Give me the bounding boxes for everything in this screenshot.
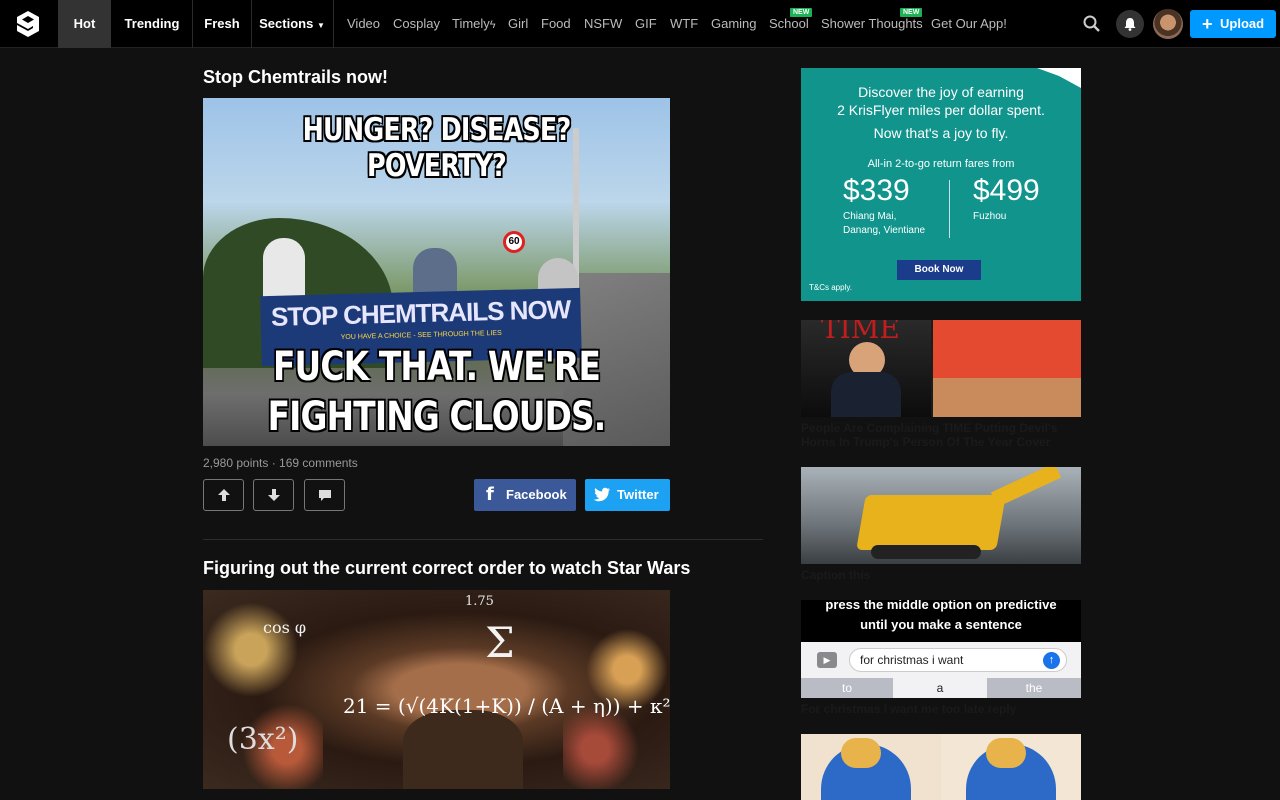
banner-main-text: STOP CHEMTRAILS NOW [270,294,571,332]
sidebar-thumbnail[interactable]: press the middle option on predictive un… [801,600,1081,698]
twitter-share-button[interactable]: Twitter [585,479,670,511]
sections-dropdown[interactable]: Sections ▼ [252,0,332,48]
sidebar-caption[interactable]: For christmas I want me too late reply [801,702,1083,716]
book-now-button[interactable]: Book Now [897,260,981,280]
ad-price: $339 [843,174,910,207]
meme-bottom-text-1: FUCK THAT. WE'RE [272,344,601,390]
chevron-right-icon: ▶ [817,652,837,668]
math-text: cos φ [263,618,307,637]
caret-down-icon: ▼ [316,21,325,30]
nav-link-cosplay[interactable]: Cosplay [393,0,440,48]
post-divider [203,539,763,540]
nav-link-wtf[interactable]: WTF [670,0,698,48]
sidebar-ad[interactable]: Discover the joy of earning 2 KrisFlyer … [801,68,1081,301]
nav-link-shower-thoughts[interactable]: Shower Thoughts [821,0,923,48]
magazine-cover-detail [933,320,1081,417]
nav-link-school[interactable]: School [769,0,809,48]
excavator-arm [990,467,1062,508]
facebook-label: Facebook [506,487,567,502]
ad-line: Now that's a joy to fly. [873,125,1009,141]
predictive-suggestion: the [987,678,1081,698]
figure-shape [986,738,1026,768]
nav-link-girl[interactable]: Girl [508,0,528,48]
ad-destination: Danang, Vientiane [843,225,926,236]
ad-line: 2 KrisFlyer miles per dollar spent. [837,102,1045,118]
post-meta[interactable]: 2,980 points · 169 comments [203,456,358,470]
predictive-suggestion: a [893,678,987,698]
post-title[interactable]: Stop Chemtrails now! [203,67,388,88]
ad-line: All-in 2-to-go return fares from [867,158,1015,170]
send-arrow-icon: ↑ [1043,652,1060,669]
upvote-button[interactable] [203,479,244,511]
twitter-bird-icon [593,487,610,502]
ad-divider [949,180,950,238]
figure-shape [841,738,881,768]
post-image[interactable]: cos φ Σ 1.75 21 = (√(4K(1+K)) / (A + η))… [203,590,670,789]
nav-link-video[interactable]: Video [347,0,380,48]
post-image[interactable]: 60 STOP CHEMTRAILS NOW YOU HAVE A CHOICE… [203,98,670,446]
sidebar-caption[interactable]: People Are Complaining TIME Putting Devi… [801,421,1083,449]
magazine-cover: TIME [801,320,931,417]
ad-price: $499 [973,174,1040,207]
avatar[interactable] [1153,9,1183,39]
nav-link-timely-label: Timely [452,16,490,31]
downvote-button[interactable] [253,479,294,511]
sidebar-thumbnail[interactable] [801,734,1081,800]
thumb-text: until you make a sentence [860,617,1022,632]
message-input: for christmas i want [849,648,1067,672]
sidebar-thumbnail[interactable] [801,467,1081,564]
ad-line: Discover the joy of earning [858,84,1024,100]
math-text: 21 = (√(4K(1+K)) / (A + η)) + κ² and φ' … [343,694,670,718]
post-title[interactable]: Figuring out the current correct order t… [203,558,690,579]
nav-link-gaming[interactable]: Gaming [711,0,757,48]
suit-shape [831,372,901,417]
nav-link-get-app[interactable]: Get Our App! [931,0,1007,48]
nav-link-nsfw[interactable]: NSFW [584,0,622,48]
arrow-up-icon [217,489,230,501]
search-icon[interactable] [1083,15,1101,38]
phone-keyboard-panel: ▶ for christmas i want ↑ to a the [801,642,1081,698]
tab-fresh[interactable]: Fresh [193,0,251,48]
bell-icon[interactable] [1116,10,1144,38]
9gag-logo-icon[interactable] [0,0,56,48]
math-text: 1.75 [465,594,494,609]
ad-destination: Chiang Mai, [843,211,897,222]
twitter-label: Twitter [617,487,659,502]
bokeh-lights [563,590,670,789]
sections-label: Sections [259,16,314,31]
predictive-suggestion: to [801,678,893,698]
math-text: Σ [485,618,515,667]
upload-button[interactable]: + Upload [1190,10,1276,38]
facebook-share-button[interactable]: f Facebook [474,479,576,511]
facebook-icon: f [486,484,494,505]
lightning-icon: ϟ [489,19,496,31]
arrow-down-icon [267,489,280,501]
math-text: (3x²) [227,722,299,757]
meme-bottom-text-2: FIGHTING CLOUDS. [267,394,607,440]
tab-hot[interactable]: Hot [58,0,111,48]
plus-icon: + [1202,14,1213,34]
speed-sign: 60 [503,231,525,253]
ad-destination: Fuzhou [973,211,1007,222]
meme-top-text: HUNGER? DISEASE? POVERTY? [302,112,572,184]
upload-label: Upload [1220,16,1265,31]
comment-icon [318,489,331,501]
excavator-shape [856,495,1006,550]
beard-shape [403,710,523,789]
comment-button[interactable] [304,479,345,511]
sidebar-thumbnail[interactable]: TIME [801,320,1081,417]
thumb-text: press the middle option on predictive [825,600,1057,612]
excavator-track [871,545,981,559]
nav-link-gif[interactable]: GIF [635,0,657,48]
nav-link-food[interactable]: Food [541,0,571,48]
ad-terms: T&Cs apply. [809,283,852,292]
nav-link-timely[interactable]: Timelyϟ [452,0,496,48]
tab-trending[interactable]: Trending [112,0,192,48]
sidebar-caption[interactable]: Caption this [801,568,1083,582]
magazine-logo: TIME [821,320,900,345]
top-navigation-bar: Hot Trending Fresh Sections ▼ Video Cosp… [0,0,1280,48]
tab-divider [333,0,334,48]
